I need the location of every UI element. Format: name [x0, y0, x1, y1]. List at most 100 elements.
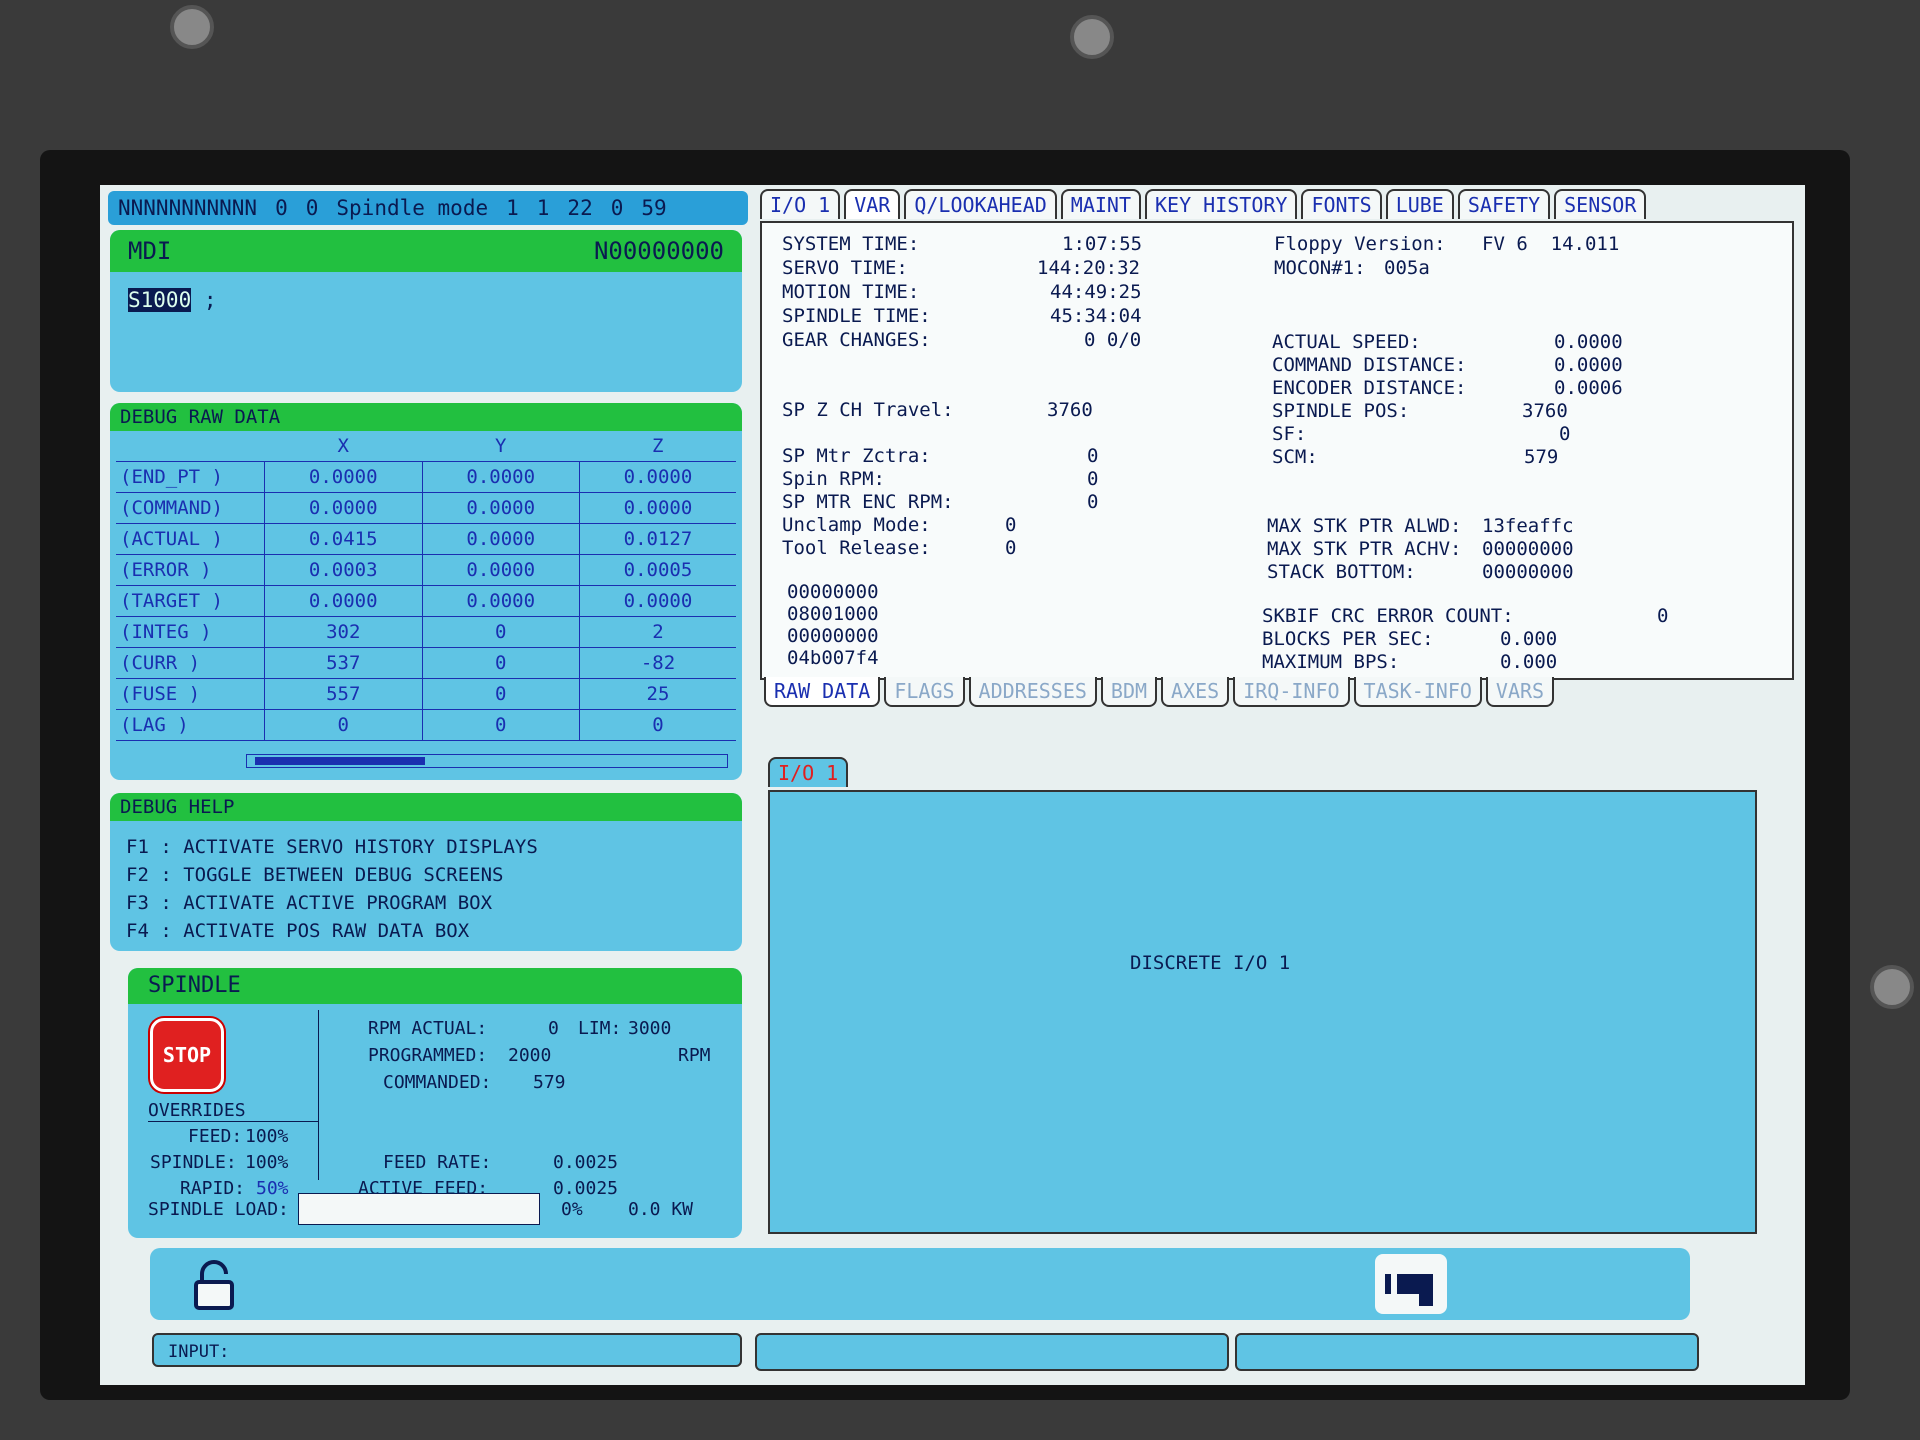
- cell-z: 0.0000: [579, 492, 736, 524]
- table-row: (LAG ) 0 0 0: [116, 709, 736, 741]
- encoder-distance-value: 0.0006: [1554, 377, 1623, 399]
- mdi-command-line[interactable]: S1000 ;: [110, 272, 742, 328]
- mdi-command[interactable]: S1000: [128, 288, 192, 312]
- hex-value: 04b007f4: [787, 647, 879, 669]
- stop-icon: STOP: [150, 1018, 224, 1092]
- max-stk-ptr-achv-value: 00000000: [1482, 538, 1574, 560]
- subtab-flags[interactable]: FLAGS: [884, 677, 965, 707]
- discrete-io-panel: DISCRETE I/O 1: [768, 790, 1757, 1234]
- cell-x: 557: [264, 678, 422, 710]
- table-row: (COMMAND) 0.0000 0.0000 0.0000: [116, 492, 736, 524]
- feed-rate-value: 0.0025: [553, 1152, 619, 1173]
- input-field[interactable]: INPUT:: [152, 1333, 742, 1367]
- help-line: F4 : ACTIVATE POS RAW DATA BOX: [126, 920, 470, 942]
- status-bar: NNNNNNNNNNN 0 0 Spindle mode 1 1 22 0 59: [108, 191, 748, 225]
- debug-raw-data-table: X Y Z (END_PT ) 0.0000 0.0000 0.0000 (COMMA…: [116, 431, 736, 741]
- cell-z: -82: [579, 647, 736, 679]
- tab-var[interactable]: VAR: [844, 189, 901, 219]
- message-bar: [755, 1333, 1229, 1371]
- cell-z: 0.0127: [579, 523, 736, 555]
- cell-y: 0.0000: [421, 523, 580, 555]
- row-label: (COMMAND): [116, 492, 265, 524]
- subtab-bdm[interactable]: BDM: [1100, 677, 1158, 707]
- lim-value: 3000: [628, 1018, 672, 1039]
- status-value: 0: [305, 196, 319, 220]
- mdi-terminator: ;: [203, 288, 217, 312]
- subtab-irq-info[interactable]: IRQ-INFO: [1233, 677, 1350, 707]
- tab-maint[interactable]: MAINT: [1060, 189, 1142, 219]
- tab-sensor[interactable]: SENSOR: [1554, 189, 1647, 219]
- status-value: 0: [275, 196, 288, 220]
- unlock-icon[interactable]: [190, 1260, 238, 1312]
- feed-override-value: 100%: [245, 1126, 289, 1147]
- encoder-distance-label: ENCODER DISTANCE:: [1272, 377, 1467, 399]
- sub-tab-bar: RAW DATA FLAGS ADDRESSES BDM AXES IRQ-IN…: [764, 677, 1555, 707]
- blocks-per-sec-value: 0.000: [1500, 628, 1558, 650]
- table-row: (FUSE ) 557 0 25: [116, 678, 736, 710]
- tool-release-value: 0: [1005, 537, 1017, 559]
- cell-y: 0.0000: [421, 461, 580, 493]
- programmed-label: PROGRAMMED:: [368, 1045, 488, 1066]
- row-label: (ERROR ): [116, 554, 265, 586]
- screw-icon: [1070, 15, 1114, 59]
- row-label: (ACTUAL ): [116, 523, 265, 555]
- cell-x: 302: [264, 616, 422, 648]
- column-header-x: X: [264, 431, 422, 462]
- top-tab-bar: I/O 1 VAR Q/LOOKAHEAD MAINT KEY HISTORY …: [760, 189, 1647, 219]
- mdi-title: MDI: [128, 237, 172, 265]
- commanded-value: 579: [533, 1072, 566, 1093]
- row-label: (LAG ): [116, 709, 265, 741]
- subtab-axes[interactable]: AXES: [1161, 677, 1230, 707]
- table-row: (TARGET ) 0.0000 0.0000 0.0000: [116, 585, 736, 617]
- cell-x: 0.0000: [264, 461, 422, 493]
- spindle-time-label: SPINDLE TIME:: [782, 305, 931, 327]
- var-panel: SYSTEM TIME: 1:07:55 SERVO TIME: 144:20:…: [760, 221, 1794, 680]
- spin-rpm-value: 0: [1087, 468, 1099, 490]
- alarm-bar: [1235, 1333, 1699, 1371]
- actual-speed-value: 0.0000: [1554, 331, 1623, 353]
- blocks-per-sec-label: BLOCKS PER SEC:: [1262, 628, 1434, 650]
- jog-handle-icon[interactable]: [1375, 1254, 1447, 1314]
- lower-tab-bar: I/O 1: [768, 757, 849, 787]
- cell-y: 0: [421, 647, 580, 679]
- sp-z-ch-travel-value: 3760: [1047, 399, 1093, 421]
- status-value: 1: [506, 196, 519, 220]
- tab-lube[interactable]: LUBE: [1385, 189, 1454, 219]
- cell-x: 0.0415: [264, 523, 422, 555]
- gear-changes-label: GEAR CHANGES:: [782, 329, 931, 351]
- sf-value: 0: [1559, 423, 1571, 445]
- max-stk-ptr-alwd-label: MAX STK PTR ALWD:: [1267, 515, 1462, 537]
- subtab-vars[interactable]: VARS: [1485, 677, 1555, 707]
- horizontal-scrollbar[interactable]: [246, 754, 728, 768]
- status-value: 22: [567, 196, 593, 220]
- subtab-task-info[interactable]: TASK-INFO: [1353, 677, 1482, 707]
- lower-tab-io-1[interactable]: I/O 1: [768, 757, 849, 787]
- scm-label: SCM:: [1272, 446, 1318, 468]
- subtab-raw-data[interactable]: RAW DATA: [764, 677, 881, 707]
- subtab-addresses[interactable]: ADDRESSES: [968, 677, 1097, 707]
- debug-help-title: DEBUG HELP: [110, 793, 742, 821]
- spindle-pos-label: SPINDLE POS:: [1272, 400, 1410, 422]
- tab-fonts[interactable]: FONTS: [1301, 189, 1382, 219]
- help-line: F3 : ACTIVATE ACTIVE PROGRAM BOX: [126, 892, 493, 914]
- tab-safety[interactable]: SAFETY: [1457, 189, 1551, 219]
- status-value: 0: [610, 196, 624, 220]
- tab-key-history[interactable]: KEY HISTORY: [1145, 189, 1298, 219]
- scrollbar-thumb[interactable]: [255, 757, 425, 765]
- row-label: (TARGET ): [116, 585, 265, 617]
- command-distance-label: COMMAND DISTANCE:: [1272, 354, 1467, 376]
- servo-time-label: SERVO TIME:: [782, 257, 908, 279]
- tab-q-lookahead[interactable]: Q/LOOKAHEAD: [904, 189, 1057, 219]
- debug-raw-data-panel: DEBUG RAW DATA X Y Z (END_PT ) 0.0000 0.00…: [110, 403, 742, 780]
- sp-mtr-enc-rpm-value: 0: [1087, 491, 1099, 513]
- active-feed-value: 0.0025: [553, 1178, 619, 1199]
- table-row: (END_PT ) 0.0000 0.0000 0.0000: [116, 461, 736, 493]
- mocon-value: 005a: [1384, 257, 1430, 279]
- cell-x: 537: [264, 647, 422, 679]
- unclamp-mode-label: Unclamp Mode:: [782, 514, 931, 536]
- hex-value: 08001000: [787, 603, 879, 625]
- mdi-panel[interactable]: MDI N00000000 S1000 ;: [110, 230, 742, 392]
- table-row: (INTEG ) 302 0 2: [116, 616, 736, 648]
- tab-io-1[interactable]: I/O 1: [760, 189, 841, 219]
- table-row: (ERROR ) 0.0003 0.0000 0.0005: [116, 554, 736, 586]
